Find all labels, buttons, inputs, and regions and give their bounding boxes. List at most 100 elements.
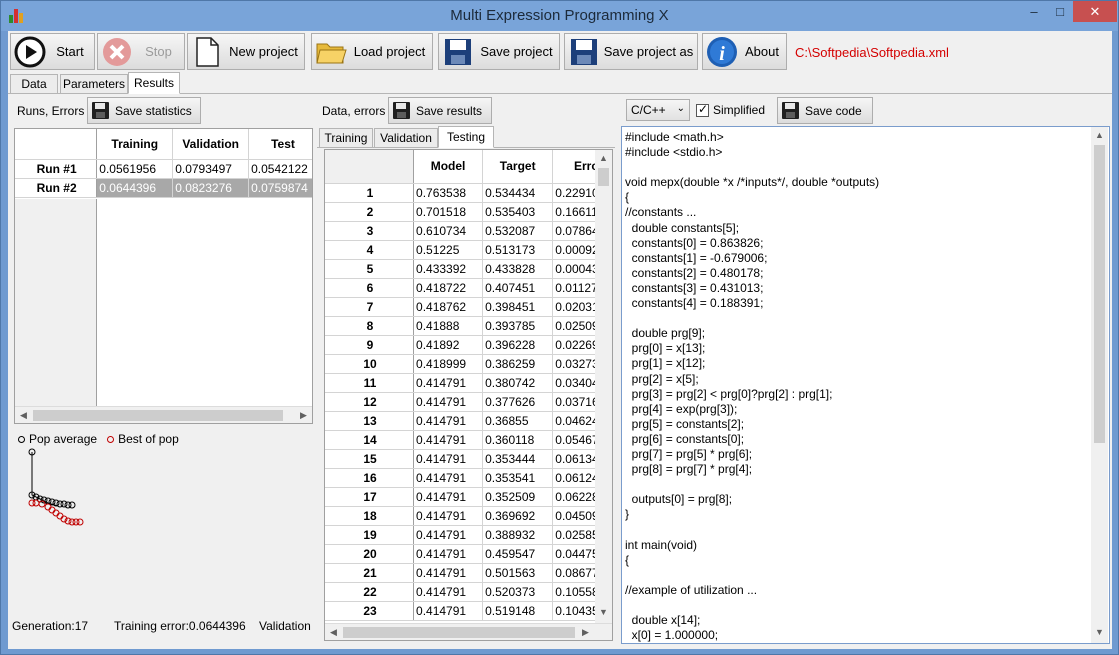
save-code-button[interactable]: Save code [777, 97, 873, 124]
simplified-checkbox[interactable] [696, 102, 709, 117]
code-editor[interactable]: #include <math.h> #include <stdio.h> void … [621, 126, 1110, 644]
code-line: int main(void) [625, 537, 698, 552]
table-row[interactable]: 19 0.414791 0.388932 0.0258586 [325, 525, 612, 545]
runs-horizontal-scrollbar[interactable]: ◀ ▶ [15, 406, 312, 423]
table-row[interactable]: 12 0.414791 0.377626 0.0371646 [325, 392, 612, 412]
save-results-button[interactable]: Save results [388, 97, 492, 124]
scroll-right-icon[interactable]: ▶ [295, 410, 312, 421]
results-col-target[interactable]: Target [482, 150, 554, 184]
row-index: 12 [325, 392, 415, 412]
table-row[interactable]: 15 0.414791 0.353444 0.0613466 [325, 449, 612, 469]
code-text[interactable]: #include <math.h> #include <stdio.h> void … [625, 130, 879, 643]
results-col-model[interactable]: Model [413, 150, 484, 184]
title-bar[interactable]: Multi Expression Programming X – □ ✕ [1, 1, 1118, 31]
row-index: 17 [325, 487, 415, 507]
results-grid[interactable]: Model Target Error 1 0.763538 0.534434 0.22… [324, 149, 613, 641]
table-row[interactable]: 16 0.414791 0.353541 0.0612496 [325, 468, 612, 488]
code-line: prg[3] = prg[2] < prg[0]?prg[2] : prg[1]… [625, 386, 833, 401]
table-row[interactable]: 9 0.41892 0.396228 0.022692 [325, 335, 612, 355]
table-row[interactable]: 1 0.763538 0.534434 0.229104 [325, 183, 612, 203]
target-value: 0.534434 [482, 183, 554, 203]
table-row[interactable]: 22 0.414791 0.520373 0.105582 [325, 582, 612, 602]
save-project-button[interactable]: Save project [438, 33, 560, 70]
table-row[interactable]: 2 0.701518 0.535403 0.166115 [325, 202, 612, 222]
scrollbar-thumb[interactable] [598, 168, 609, 186]
table-row[interactable]: 13 0.414791 0.36855 0.0462406 [325, 411, 612, 431]
code-line: } [625, 507, 630, 522]
info-icon: i [706, 36, 738, 68]
code-line: prg[6] = constants[0]; [625, 431, 745, 446]
scrollbar-thumb[interactable] [33, 410, 283, 421]
simplified-label: Simplified [713, 103, 766, 117]
about-button[interactable]: i About [702, 33, 787, 70]
maximize-button[interactable]: □ [1047, 1, 1073, 22]
row-index: 8 [325, 316, 415, 336]
scroll-up-icon[interactable]: ▲ [1091, 130, 1108, 140]
runs-col-test[interactable]: Test [248, 129, 312, 160]
run-name: Run #1 [15, 159, 98, 179]
tab-results[interactable]: Results [128, 72, 180, 94]
tab-training[interactable]: Training [319, 128, 373, 148]
row-index: 7 [325, 297, 415, 317]
new-project-button[interactable]: New project [187, 33, 305, 70]
scroll-right-icon[interactable]: ▶ [577, 627, 594, 638]
scroll-left-icon[interactable]: ◀ [325, 627, 342, 638]
table-row[interactable]: 7 0.418762 0.398451 0.0203106 [325, 297, 612, 317]
tab-validation[interactable]: Validation [374, 128, 438, 148]
row-index: 2 [325, 202, 415, 222]
plot-marker [76, 518, 84, 526]
runs-col-training[interactable]: Training [96, 129, 174, 160]
scroll-down-icon[interactable]: ▼ [1091, 627, 1108, 637]
table-row[interactable]: 23 0.414791 0.519148 0.104357 [325, 601, 612, 621]
save-project-as-button[interactable]: Save project as [564, 33, 698, 70]
scrollbar-thumb[interactable] [343, 627, 575, 638]
start-button[interactable]: Start [10, 33, 95, 70]
run-name: Run #2 [15, 178, 98, 198]
runs-col-validation[interactable]: Validation [172, 129, 250, 160]
model-value: 0.414791 [413, 582, 484, 602]
code-line: prg[5] = constants[2]; [625, 416, 745, 431]
table-row[interactable]: 21 0.414791 0.501563 0.0867724 [325, 563, 612, 583]
tab-data[interactable]: Data [10, 74, 58, 94]
load-project-button[interactable]: Load project [311, 33, 433, 70]
minimize-button[interactable]: – [1021, 1, 1047, 22]
save-statistics-button[interactable]: Save statistics [87, 97, 201, 124]
table-row[interactable]: 18 0.414791 0.369692 0.0450986 [325, 506, 612, 526]
results-vertical-scrollbar[interactable]: ▲ ▼ [595, 150, 612, 623]
simplified-checkbox-group[interactable]: Simplified [696, 102, 766, 117]
table-row[interactable]: 8 0.41888 0.393785 0.0250952 [325, 316, 612, 336]
scroll-left-icon[interactable]: ◀ [15, 410, 32, 421]
close-button[interactable]: ✕ [1073, 1, 1117, 22]
table-row[interactable]: 20 0.414791 0.459547 0.0447564 [325, 544, 612, 564]
runs-grid[interactable]: Training Validation Test Run #1 0.056195… [14, 128, 313, 424]
results-horizontal-scrollbar[interactable]: ◀ ▶ [325, 623, 612, 640]
table-row[interactable]: 14 0.414791 0.360118 0.0546726 [325, 430, 612, 450]
tab-parameters[interactable]: Parameters [60, 74, 128, 94]
code-line: prg[0] = x[13]; [625, 341, 706, 356]
scroll-up-icon[interactable]: ▲ [595, 153, 612, 163]
table-row[interactable]: Run #2 0.0644396 0.0823276 0.0759874 [15, 178, 312, 198]
app-window: Multi Expression Programming X – □ ✕ Sta… [0, 0, 1119, 655]
table-row[interactable]: Run #1 0.0561956 0.0793497 0.0542122 [15, 159, 312, 179]
language-value: C/C++ [631, 103, 666, 117]
table-row[interactable]: 4 0.51225 0.513173 0.00092345 [325, 240, 612, 260]
scroll-down-icon[interactable]: ▼ [595, 607, 612, 617]
model-value: 0.418999 [413, 354, 484, 374]
table-row[interactable]: 11 0.414791 0.380742 0.0340486 [325, 373, 612, 393]
save-disk-icon [393, 102, 410, 119]
table-row[interactable]: 6 0.418722 0.407451 0.0112713 [325, 278, 612, 298]
row-header-area [15, 199, 97, 407]
row-index: 6 [325, 278, 415, 298]
row-index: 15 [325, 449, 415, 469]
table-row[interactable]: 5 0.433392 0.433828 0.00043631 [325, 259, 612, 279]
scrollbar-thumb[interactable] [1094, 145, 1105, 443]
language-select[interactable]: C/C++ ⌄ [626, 99, 690, 121]
table-row[interactable]: 10 0.418999 0.386259 0.0327397 [325, 354, 612, 374]
code-vertical-scrollbar[interactable]: ▲ ▼ [1091, 127, 1108, 643]
tab-testing[interactable]: Testing [438, 126, 494, 148]
plot-marker [68, 501, 76, 509]
stop-button[interactable]: Stop [97, 33, 185, 70]
table-row[interactable]: 17 0.414791 0.352509 0.0622816 [325, 487, 612, 507]
table-row[interactable]: 3 0.610734 0.532087 0.0786466 [325, 221, 612, 241]
